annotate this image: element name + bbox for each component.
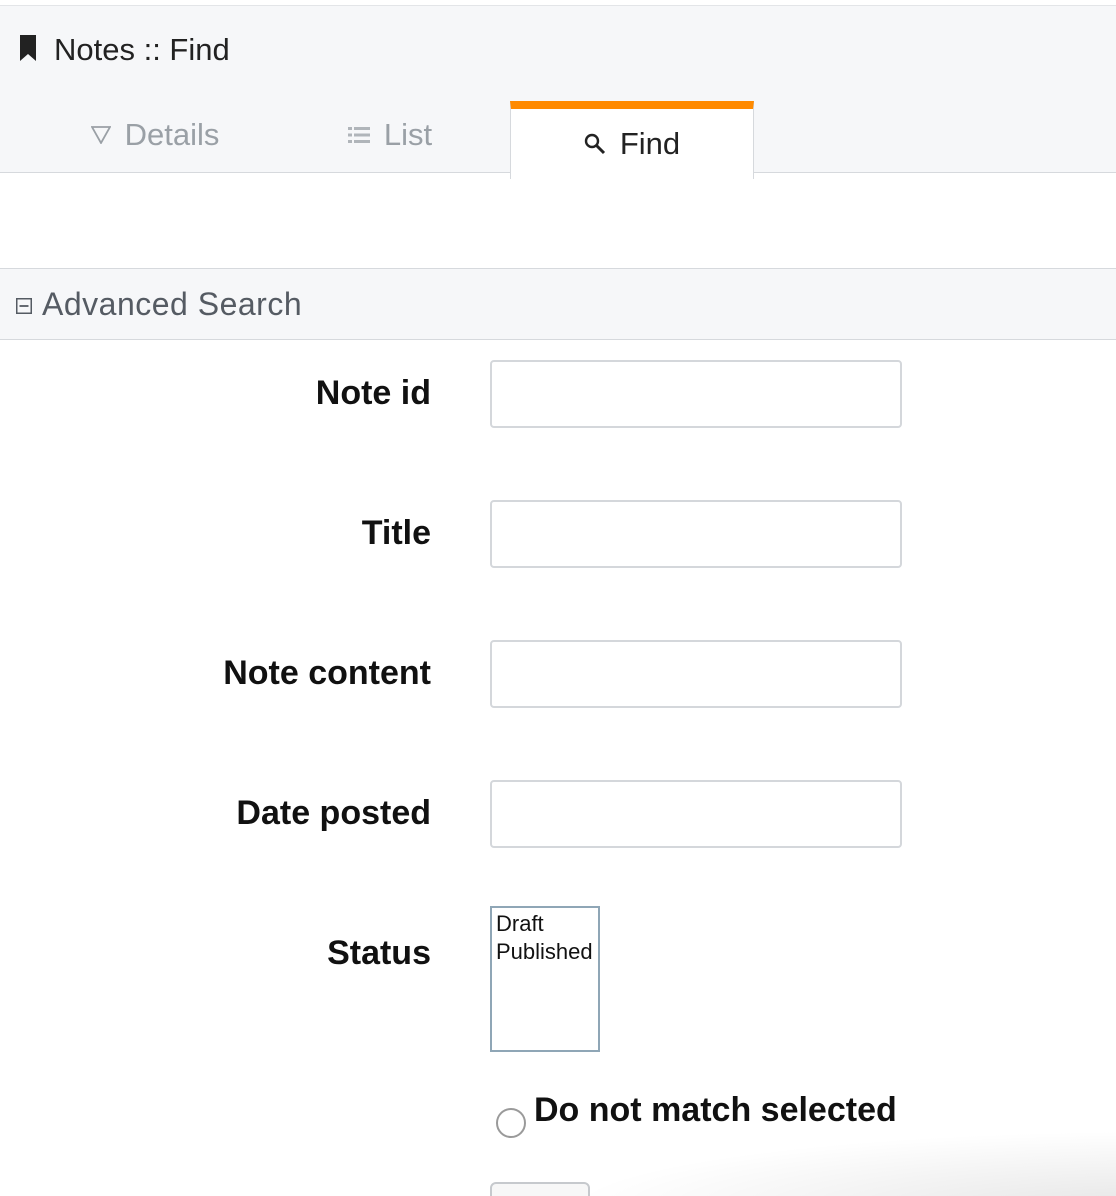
note-id-label: Note id bbox=[315, 374, 431, 412]
page-title: Notes :: Find bbox=[54, 32, 230, 67]
collapse-icon[interactable] bbox=[16, 298, 32, 314]
page-header: Notes :: Find Details List Find bbox=[0, 5, 1116, 179]
bookmark-icon bbox=[20, 35, 36, 61]
do-not-match-label: Do not match selected bbox=[534, 1090, 897, 1129]
date-posted-input[interactable] bbox=[490, 780, 902, 848]
notes-find-page: Notes :: Find Details List Find Advanced… bbox=[0, 0, 1116, 1196]
status-label: Status bbox=[327, 934, 431, 972]
tab-list[interactable]: List bbox=[300, 96, 480, 173]
title-label: Title bbox=[361, 514, 431, 552]
list-icon bbox=[347, 126, 370, 144]
status-option-published[interactable]: Published bbox=[496, 938, 594, 966]
do-not-match-row[interactable]: Do not match selected bbox=[496, 1090, 897, 1138]
status-option-draft[interactable]: Draft bbox=[496, 910, 594, 938]
section-title: Advanced Search bbox=[42, 285, 303, 322]
note-content-input[interactable] bbox=[490, 640, 902, 708]
note-id-input[interactable] bbox=[490, 360, 902, 428]
note-content-label: Note content bbox=[223, 654, 431, 692]
do-not-match-radio[interactable] bbox=[496, 1108, 526, 1138]
search-icon bbox=[584, 133, 606, 155]
submit-button[interactable] bbox=[490, 1182, 590, 1196]
title-input[interactable] bbox=[490, 500, 902, 568]
triangle-down-icon bbox=[90, 125, 111, 144]
title-row: Notes :: Find bbox=[18, 32, 230, 68]
status-select[interactable]: Draft Published bbox=[490, 906, 600, 1052]
scroll-shadow bbox=[560, 1130, 1116, 1196]
advanced-search-header[interactable]: Advanced Search bbox=[0, 268, 1116, 340]
tab-find-label: Find bbox=[619, 126, 681, 161]
tab-list-label: List bbox=[383, 116, 433, 152]
tab-details[interactable]: Details bbox=[40, 96, 270, 173]
date-posted-label: Date posted bbox=[236, 794, 431, 832]
tab-details-label: Details bbox=[124, 116, 220, 152]
tab-find[interactable]: Find bbox=[510, 101, 754, 179]
